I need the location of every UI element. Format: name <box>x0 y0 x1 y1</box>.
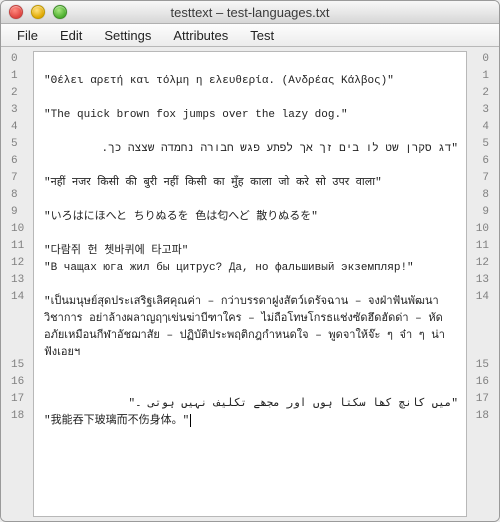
text-line[interactable]: "เป็นมนุษย์สุดประเสริฐเลิศคุณค่า – กว่าบ… <box>44 294 458 362</box>
line-number: 4 <box>11 119 33 136</box>
text-line[interactable] <box>44 277 458 294</box>
text-line[interactable] <box>44 192 458 209</box>
line-number: 2 <box>467 85 489 102</box>
line-number: 5 <box>11 136 33 153</box>
menu-file[interactable]: File <box>7 26 48 45</box>
line-number: 9 <box>467 204 489 221</box>
line-number: 12 <box>11 255 33 272</box>
line-number: 14 <box>467 289 489 357</box>
line-number: 9 <box>11 204 33 221</box>
window-title: testtext – test-languages.txt <box>1 5 499 20</box>
line-number: 1 <box>467 68 489 85</box>
text-line[interactable] <box>44 124 458 141</box>
menu-edit[interactable]: Edit <box>50 26 92 45</box>
text-line[interactable] <box>44 226 458 243</box>
text-line[interactable] <box>44 56 458 73</box>
line-gutter-right: 0123456789101112131415161718 <box>467 51 495 517</box>
line-number: 11 <box>467 238 489 255</box>
line-number: 3 <box>467 102 489 119</box>
menu-test[interactable]: Test <box>240 26 284 45</box>
text-line[interactable]: "Θέλει αρετή και τόλμη η ελευθερία. (Ανδ… <box>44 73 458 90</box>
line-number: 10 <box>11 221 33 238</box>
minimize-icon[interactable] <box>31 5 45 19</box>
line-number: 15 <box>467 357 489 374</box>
line-number: 7 <box>467 170 489 187</box>
text-line[interactable] <box>44 379 458 396</box>
line-number: 17 <box>467 391 489 408</box>
text-line[interactable] <box>44 362 458 379</box>
text-line[interactable] <box>44 90 458 107</box>
text-line[interactable]: "我能吞下玻璃而不伤身体。" <box>44 413 458 430</box>
line-number: 0 <box>11 51 33 68</box>
line-gutter-left: 0123456789101112131415161718 <box>5 51 33 517</box>
line-number: 16 <box>467 374 489 391</box>
line-number: 0 <box>467 51 489 68</box>
text-area[interactable]: "Θέλει αρετή και τόλμη η ελευθερία. (Ανδ… <box>33 51 467 517</box>
menu-bar: File Edit Settings Attributes Test <box>1 24 499 47</box>
menu-attributes[interactable]: Attributes <box>163 26 238 45</box>
line-number: 6 <box>467 153 489 170</box>
line-number: 6 <box>11 153 33 170</box>
text-line[interactable]: "The quick brown fox jumps over the lazy… <box>44 107 458 124</box>
line-number: 4 <box>467 119 489 136</box>
text-line[interactable]: "いろはにほへと ちりぬるを 色は匂へど 散りぬるを" <box>44 209 458 226</box>
line-number: 13 <box>11 272 33 289</box>
close-icon[interactable] <box>9 5 23 19</box>
window-titlebar[interactable]: testtext – test-languages.txt <box>1 1 499 24</box>
menu-settings[interactable]: Settings <box>94 26 161 45</box>
line-number: 13 <box>467 272 489 289</box>
line-number: 2 <box>11 85 33 102</box>
line-number: 14 <box>11 289 33 357</box>
line-number: 18 <box>11 408 33 425</box>
line-number: 8 <box>467 187 489 204</box>
line-number: 10 <box>467 221 489 238</box>
editor: 0123456789101112131415161718 "Θέλει αρετ… <box>1 47 499 521</box>
line-number: 3 <box>11 102 33 119</box>
line-number: 17 <box>11 391 33 408</box>
text-line[interactable]: "नहीं नजर किसी की बुरी नहीं किसी का मुँह… <box>44 175 458 192</box>
zoom-icon[interactable] <box>53 5 67 19</box>
line-number: 18 <box>467 408 489 425</box>
text-line[interactable]: "דג סקרן שט לו בים זך אך לפתע פגש חבורה … <box>44 141 458 158</box>
line-number: 15 <box>11 357 33 374</box>
line-number: 8 <box>11 187 33 204</box>
line-number: 16 <box>11 374 33 391</box>
text-line[interactable]: "میں کانچ کھا سکتا ہوں اور مجھے تکلیف نہ… <box>44 396 458 413</box>
line-number: 7 <box>11 170 33 187</box>
text-line[interactable]: "В чащах юга жил бы цитрус? Да, но фальш… <box>44 260 458 277</box>
line-number: 11 <box>11 238 33 255</box>
line-number: 12 <box>467 255 489 272</box>
window-controls <box>1 5 67 19</box>
line-number: 1 <box>11 68 33 85</box>
text-line[interactable]: "다람쥐 헌 쳇바퀴에 타고파" <box>44 243 458 260</box>
text-line[interactable] <box>44 158 458 175</box>
app-window: testtext – test-languages.txt File Edit … <box>0 0 500 522</box>
line-number: 5 <box>467 136 489 153</box>
text-cursor <box>190 414 191 427</box>
